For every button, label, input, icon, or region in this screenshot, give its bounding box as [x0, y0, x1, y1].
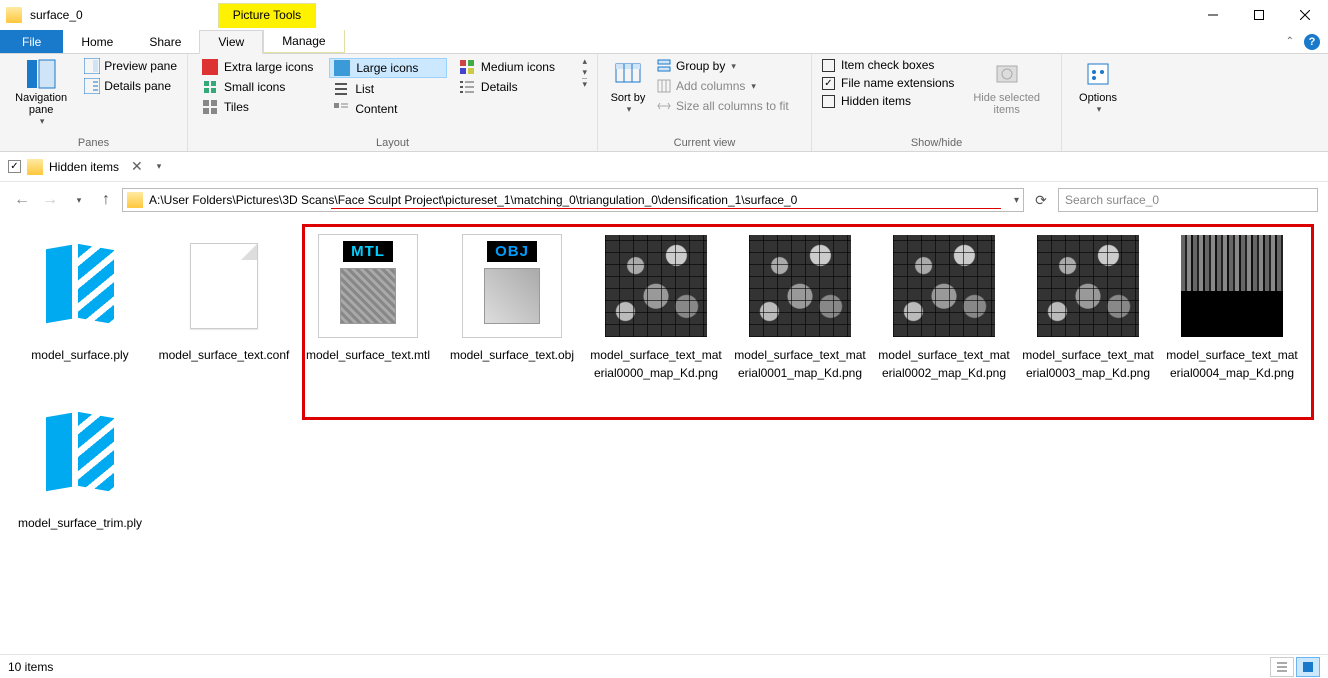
address-path[interactable]: A:\User Folders\Pictures\3D Scans\Face S…	[149, 193, 797, 207]
chevron-down-icon: ▾	[40, 116, 45, 127]
texture-thumbnail	[893, 235, 995, 337]
file-name: model_surface_trim.ply	[18, 514, 142, 532]
annotation-underline	[331, 208, 1001, 210]
tab-home[interactable]: Home	[63, 30, 131, 53]
layout-details[interactable]: Details	[455, 78, 573, 96]
refresh-button[interactable]: ⟳	[1028, 192, 1054, 209]
hidden-items-qat-label[interactable]: Hidden items	[49, 160, 119, 174]
file-item[interactable]: model_surface_trim.ply	[8, 400, 152, 532]
section-label-panes: Panes	[6, 137, 181, 151]
status-bar: 10 items	[0, 654, 1328, 678]
quick-access-toolbar: ✓ Hidden items ✕ ▾	[0, 152, 1328, 182]
layout-medium-icons[interactable]: Medium icons	[455, 58, 573, 76]
item-count: 10 items	[8, 660, 53, 674]
search-placeholder: Search surface_0	[1065, 193, 1159, 207]
texture-thumbnail	[605, 235, 707, 337]
chevron-down-icon[interactable]: ▾	[1014, 195, 1019, 206]
search-input[interactable]: Search surface_0	[1058, 188, 1318, 212]
ribbon-tabs: File Home Share View Manage ⌃ ?	[0, 30, 1328, 54]
minimize-button[interactable]	[1190, 0, 1236, 30]
section-label-layout: Layout	[194, 137, 591, 151]
hide-selected-items-button[interactable]: Hide selected items	[958, 56, 1055, 118]
options-button[interactable]: Options▾	[1068, 56, 1128, 117]
tab-share[interactable]: Share	[131, 30, 199, 53]
file-name: model_surface.ply	[31, 346, 128, 364]
up-button[interactable]: ↑	[94, 188, 118, 212]
navigation-pane-button[interactable]: Navigation pane ▾	[6, 56, 76, 129]
back-button[interactable]: ←	[10, 188, 34, 212]
tab-file[interactable]: File	[0, 30, 63, 53]
title-bar: surface_0 Picture Tools	[0, 0, 1328, 30]
address-bar-row: ← → ▾ ↑ A:\User Folders\Pictures\3D Scan…	[0, 182, 1328, 218]
layout-more-button[interactable]: ▴▾▾	[576, 56, 591, 90]
chevron-down-icon[interactable]: ▾	[157, 161, 162, 172]
size-all-columns-button[interactable]: Size all columns to fit	[652, 96, 793, 116]
layout-tiles[interactable]: Tiles	[198, 98, 321, 116]
folder-icon	[27, 159, 43, 175]
ply-icon	[38, 409, 122, 499]
add-columns-button[interactable]: Add columns▾	[652, 76, 793, 96]
layout-large-icons[interactable]: Large icons	[329, 58, 447, 78]
close-button[interactable]	[1282, 0, 1328, 30]
section-label-currentview: Current view	[604, 137, 805, 151]
details-view-button[interactable]	[1270, 657, 1294, 677]
mtl-icon: MTL	[318, 234, 418, 338]
folder-icon	[127, 192, 143, 208]
tab-view[interactable]: View	[199, 30, 263, 54]
picture-tools-tab[interactable]: Picture Tools	[218, 3, 316, 28]
file-item[interactable]: model_surface_text.conf	[152, 232, 296, 382]
file-name: model_surface_text.conf	[159, 346, 290, 364]
layout-small-icons[interactable]: Small icons	[198, 78, 321, 96]
hidden-items-ribbon-checkbox[interactable]: Hidden items	[818, 92, 958, 110]
ribbon: Navigation pane ▾ Preview pane Details p…	[0, 54, 1328, 152]
details-pane-button[interactable]: Details pane	[80, 76, 181, 96]
file-item[interactable]: model_surface.ply	[8, 232, 152, 382]
window-title: surface_0	[30, 8, 83, 22]
collapse-ribbon-icon[interactable]: ⌃	[1286, 36, 1294, 47]
layout-content[interactable]: Content	[329, 100, 447, 118]
folder-icon	[6, 7, 22, 23]
file-name-extensions-checkbox[interactable]: ✓File name extensions	[818, 74, 958, 92]
texture-thumbnail	[1037, 235, 1139, 337]
file-view[interactable]: model_surface.ply model_surface_text.con…	[0, 218, 1328, 638]
layout-list[interactable]: List	[329, 80, 447, 98]
section-label-showhide: Show/hide	[818, 137, 1055, 151]
texture-thumbnail	[749, 235, 851, 337]
help-icon[interactable]: ?	[1304, 34, 1320, 50]
remove-qat-icon[interactable]: ✕	[125, 158, 149, 175]
ply-icon	[38, 241, 122, 331]
navigation-pane-label: Navigation pane	[12, 92, 70, 116]
large-icons-view-button[interactable]	[1296, 657, 1320, 677]
recent-locations-button[interactable]: ▾	[66, 188, 90, 212]
address-bar[interactable]: A:\User Folders\Pictures\3D Scans\Face S…	[122, 188, 1024, 212]
layout-extra-large-icons[interactable]: Extra large icons	[198, 58, 321, 76]
group-by-button[interactable]: Group by▾	[652, 56, 793, 76]
sort-by-button[interactable]: Sort by▾	[604, 56, 652, 117]
maximize-button[interactable]	[1236, 0, 1282, 30]
item-check-boxes-checkbox[interactable]: Item check boxes	[818, 56, 958, 74]
tab-manage[interactable]: Manage	[263, 30, 344, 53]
obj-icon: OBJ	[462, 234, 562, 338]
texture-thumbnail	[1181, 235, 1283, 337]
forward-button[interactable]: →	[38, 188, 62, 212]
preview-pane-button[interactable]: Preview pane	[80, 56, 181, 76]
checkbox-item-checkboxes-qat[interactable]: ✓	[8, 160, 21, 173]
file-icon	[190, 243, 258, 329]
